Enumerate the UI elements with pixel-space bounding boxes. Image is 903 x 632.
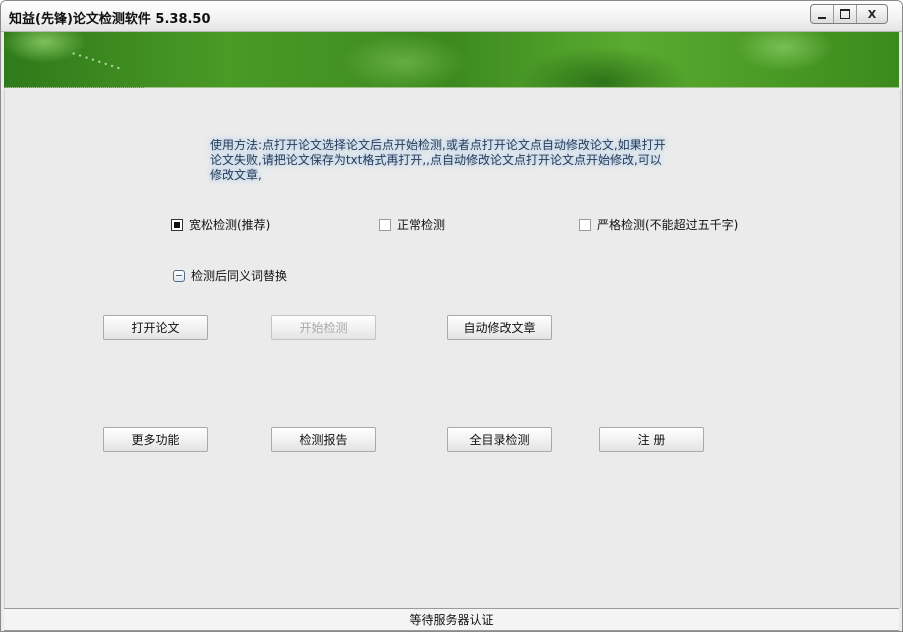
checkbox-indeterminate-icon [173,269,185,282]
status-bar: 等待服务器认证 [4,608,899,631]
mode-strict-label: 严格检测(不能超过五千字) [597,218,739,232]
minimize-icon [818,16,826,19]
app-window: 知益(先锋)论文检测软件 5.38.50 X •••••••• 使用方法:点打开… [0,0,903,632]
check-report-button[interactable]: 检测报告 [271,427,376,452]
maximize-button[interactable] [834,5,857,23]
register-button[interactable]: 注 册 [599,427,704,452]
status-text: 等待服务器认证 [409,613,494,627]
close-icon: X [867,7,877,21]
open-paper-button[interactable]: 打开论文 [103,315,208,340]
usage-instructions: 使用方法:点打开论文选择论文后点开始检测,或者点打开论文点自动修改论文,如果打开… [210,138,666,182]
title-bar[interactable]: 知益(先锋)论文检测软件 5.38.50 X [1,1,902,32]
checkbox-unchecked-icon [379,218,391,231]
synonym-replace-checkbox[interactable]: 检测后同义词替换 [173,267,287,284]
mode-normal-checkbox[interactable]: 正常检测 [379,216,445,233]
maximize-icon [840,9,850,19]
checkbox-unchecked-icon [579,218,591,231]
checkbox-checked-icon [171,218,183,231]
window-controls: X [810,4,888,24]
window-title: 知益(先锋)论文检测软件 5.38.50 [9,12,211,27]
synonym-replace-label: 检测后同义词替换 [191,269,288,283]
minimize-button[interactable] [811,5,834,23]
full-catalog-check-button[interactable]: 全目录检测 [447,427,552,452]
banner-decoration: •••••••• [69,48,124,75]
mode-loose-checkbox[interactable]: 宽松检测(推荐) [171,216,270,233]
mode-strict-checkbox[interactable]: 严格检测(不能超过五千字) [579,216,738,233]
close-button[interactable]: X [857,5,887,23]
main-panel: 使用方法:点打开论文选择论文后点开始检测,或者点打开论文点自动修改论文,如果打开… [4,89,901,608]
auto-modify-button[interactable]: 自动修改文章 [447,315,552,340]
mode-loose-label: 宽松检测(推荐) [189,218,271,232]
mode-normal-label: 正常检测 [397,218,446,232]
header-banner: •••••••• [4,32,899,88]
more-features-button[interactable]: 更多功能 [103,427,208,452]
start-check-button[interactable]: 开始检测 [271,315,376,340]
